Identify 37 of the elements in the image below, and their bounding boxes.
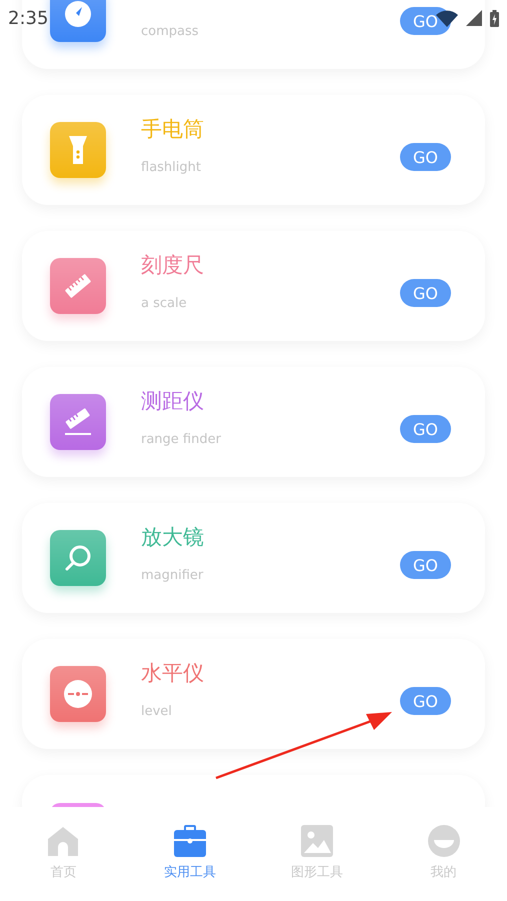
tool-card[interactable]: 手电筒 flashlight GO <box>22 95 485 205</box>
compass-icon <box>63 0 93 29</box>
tool-card[interactable]: 水平仪 level GO <box>22 639 485 749</box>
ruler-icon <box>62 407 94 437</box>
tool-subtitle: flashlight <box>141 160 202 176</box>
go-button[interactable]: GO <box>400 279 451 307</box>
tool-card[interactable]: 放大镜 magnifier GO <box>22 503 485 613</box>
ruler-icon <box>63 271 93 301</box>
level-icon <box>63 679 93 709</box>
tool-title: 测距仪 <box>141 388 205 414</box>
tool-title: 手电筒 <box>141 116 205 142</box>
status-time: 2:35 <box>8 8 48 28</box>
tool-title: 刻度尺 <box>141 252 205 278</box>
home-icon <box>47 825 80 857</box>
go-button[interactable]: GO <box>400 551 451 579</box>
tool-subtitle: a scale <box>141 296 188 312</box>
go-button[interactable]: GO <box>400 415 451 443</box>
magnifier-icon <box>63 543 93 573</box>
wifi-icon <box>436 10 458 26</box>
tool-title: 放大镜 <box>141 524 205 550</box>
profile-icon <box>428 825 460 857</box>
tab-label: 实用工具 <box>164 864 216 881</box>
image-icon <box>300 825 333 857</box>
go-button[interactable]: GO <box>400 143 451 171</box>
tool-subtitle: magnifier <box>141 568 204 584</box>
flashlight-icon <box>68 134 88 166</box>
tool-subtitle: range finder <box>141 432 222 448</box>
toolbox-icon <box>174 825 206 857</box>
tool-card[interactable]: 刻度尺 a scale GO <box>22 231 485 341</box>
tool-subtitle: compass <box>141 24 200 40</box>
nav-tab[interactable]: 实用工具 <box>126 807 254 901</box>
go-button[interactable]: GO <box>400 687 451 715</box>
tool-card[interactable]: 测距仪 range finder GO <box>22 367 485 477</box>
tool-subtitle: level <box>141 704 173 720</box>
battery-icon <box>490 10 499 26</box>
signal-icon <box>466 10 482 26</box>
tool-title: 水平仪 <box>141 660 205 686</box>
